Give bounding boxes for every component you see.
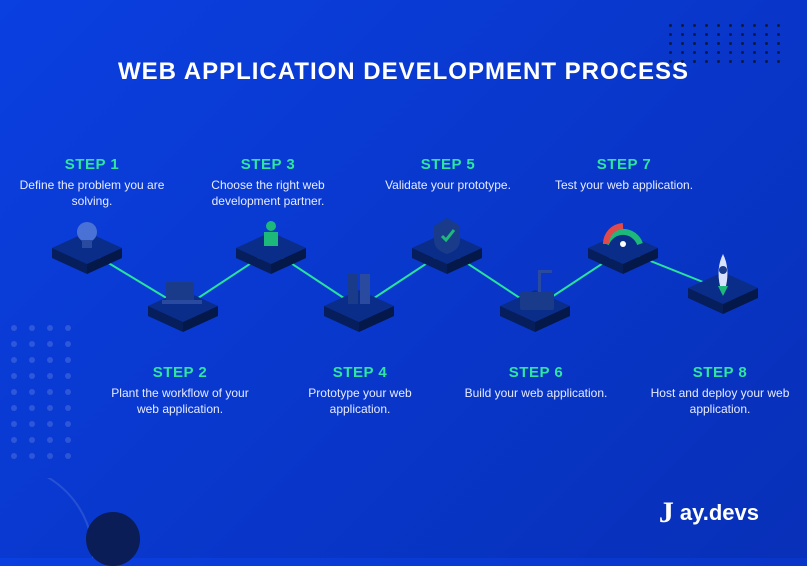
step-1: STEP 1 Define the problem you are solvin… <box>12 156 172 209</box>
brand-text: ay.devs <box>680 500 759 526</box>
step-4-desc: Prototype your web application. <box>280 385 440 417</box>
tile-step-4 <box>324 290 394 332</box>
tile-step-2 <box>148 290 218 332</box>
step-8-desc: Host and deploy your web application. <box>640 385 800 417</box>
laptop-icon <box>162 282 202 304</box>
step-5-label: STEP 5 <box>368 156 528 173</box>
step-6-label: STEP 6 <box>456 364 616 381</box>
tile-step-8 <box>688 272 758 314</box>
step-2-label: STEP 2 <box>100 364 260 381</box>
logo-j-icon: J <box>659 496 674 530</box>
tile-step-6 <box>500 290 570 332</box>
step-6-desc: Build your web application. <box>456 385 616 401</box>
step-5: STEP 5 Validate your prototype. <box>368 156 528 193</box>
brand-logo: Jay.devs <box>659 496 759 530</box>
diagram-canvas: STEP 1 Define the problem you are solvin… <box>0 0 807 558</box>
step-1-desc: Define the problem you are solving. <box>12 177 172 209</box>
step-3-desc: Choose the right web development partner… <box>188 177 348 209</box>
step-7-label: STEP 7 <box>544 156 704 173</box>
step-3-label: STEP 3 <box>188 156 348 173</box>
step-1-label: STEP 1 <box>12 156 172 173</box>
step-7-desc: Test your web application. <box>544 177 704 193</box>
step-3: STEP 3 Choose the right web development … <box>188 156 348 209</box>
tile-step-1 <box>52 232 122 274</box>
tile-step-7 <box>588 232 658 274</box>
shield-icon <box>434 218 460 254</box>
step-2-desc: Plant the workflow of your web applicati… <box>100 385 260 417</box>
person-icon <box>264 221 278 246</box>
tile-step-3 <box>236 232 306 274</box>
step-8-label: STEP 8 <box>640 364 800 381</box>
crane-icon <box>520 270 554 310</box>
step-8: STEP 8 Host and deploy your web applicat… <box>640 364 800 417</box>
step-7: STEP 7 Test your web application. <box>544 156 704 193</box>
tile-step-5 <box>412 232 482 274</box>
step-4: STEP 4 Prototype your web application. <box>280 364 440 417</box>
step-6: STEP 6 Build your web application. <box>456 364 616 401</box>
step-4-label: STEP 4 <box>280 364 440 381</box>
step-5-desc: Validate your prototype. <box>368 177 528 193</box>
step-2: STEP 2 Plant the workflow of your web ap… <box>100 364 260 417</box>
